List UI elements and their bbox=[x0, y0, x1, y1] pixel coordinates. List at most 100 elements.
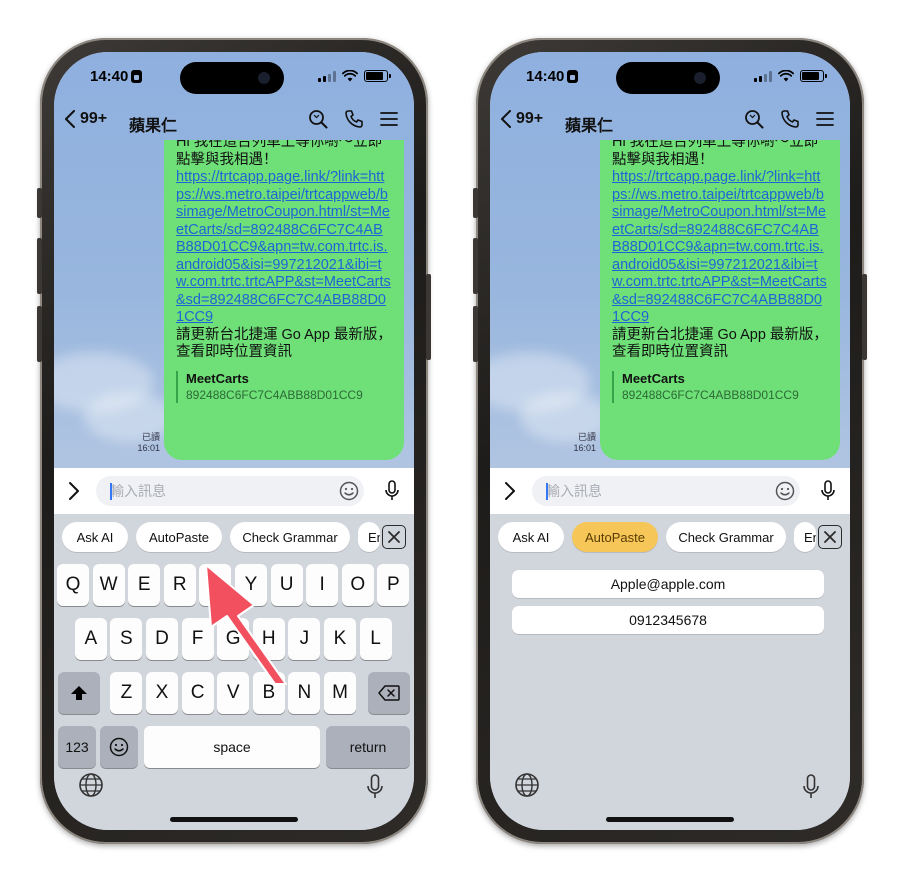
emoji-icon[interactable] bbox=[775, 481, 795, 501]
shift-key[interactable] bbox=[58, 672, 100, 714]
key-k[interactable]: K bbox=[324, 618, 356, 660]
chip-more[interactable]: En bbox=[358, 522, 380, 552]
key-d[interactable]: D bbox=[146, 618, 178, 660]
key-t[interactable]: T bbox=[199, 564, 232, 606]
key-q[interactable]: Q bbox=[57, 564, 89, 606]
message-link[interactable]: https://trtcapp.page.link/?link=https://… bbox=[612, 169, 828, 327]
message-input[interactable] bbox=[532, 476, 800, 506]
close-icon bbox=[824, 531, 836, 543]
wifi-icon bbox=[778, 70, 794, 82]
key-v[interactable]: V bbox=[217, 672, 250, 714]
voice-input-icon[interactable] bbox=[820, 480, 836, 502]
key-m[interactable]: M bbox=[324, 672, 356, 714]
search-icon[interactable] bbox=[308, 109, 328, 129]
chip-autopaste[interactable]: AutoPaste bbox=[572, 522, 658, 552]
search-icon[interactable] bbox=[744, 109, 764, 129]
phone-right: 14:40 99+ 蘋果仁 Hi 我在這台列車上等你喲～立即點擊與我相遇！ ht… bbox=[473, 38, 867, 844]
status-bar: 14:40 bbox=[54, 52, 414, 104]
back-button[interactable]: 99+ bbox=[500, 110, 543, 128]
autopaste-item-email[interactable]: Apple@apple.com bbox=[512, 570, 824, 598]
chip-check-grammar[interactable]: Check Grammar bbox=[230, 522, 350, 552]
chip-more[interactable]: En bbox=[794, 522, 816, 552]
dynamic-island bbox=[180, 62, 284, 94]
key-e[interactable]: E bbox=[128, 564, 161, 606]
status-time: 14:40 bbox=[526, 68, 579, 85]
key-f[interactable]: F bbox=[181, 618, 214, 660]
key-i[interactable]: I bbox=[306, 564, 339, 606]
emoji-icon[interactable] bbox=[339, 481, 359, 501]
globe-icon[interactable] bbox=[78, 772, 104, 798]
numbers-key[interactable]: 123 bbox=[58, 726, 96, 768]
key-b[interactable]: B bbox=[252, 672, 285, 714]
key-y[interactable]: Y bbox=[235, 564, 267, 606]
contact-name: 蘋果仁 bbox=[565, 118, 614, 135]
close-toolbar-button[interactable] bbox=[818, 525, 842, 549]
key-o[interactable]: O bbox=[341, 564, 374, 606]
message-bubble: Hi 我在這台列車上等你喲～立即點擊與我相遇！ https://trtcapp.… bbox=[164, 140, 404, 460]
read-status: 已讀 16:01 bbox=[573, 432, 596, 453]
globe-icon[interactable] bbox=[514, 772, 540, 798]
key-z[interactable]: Z bbox=[110, 672, 143, 714]
phone-call-icon[interactable] bbox=[780, 109, 800, 129]
key-h[interactable]: H bbox=[252, 618, 285, 660]
back-button[interactable]: 99+ bbox=[64, 110, 107, 128]
key-r[interactable]: R bbox=[163, 564, 196, 606]
menu-icon[interactable] bbox=[380, 111, 398, 127]
text-caret bbox=[546, 483, 548, 500]
key-l[interactable]: L bbox=[359, 618, 392, 660]
key-x[interactable]: X bbox=[146, 672, 178, 714]
dictation-mic-icon[interactable] bbox=[802, 774, 820, 800]
key-n[interactable]: N bbox=[288, 672, 321, 714]
action-button bbox=[37, 188, 42, 218]
key-a[interactable]: A bbox=[74, 618, 107, 660]
chevron-left-icon bbox=[65, 110, 75, 128]
expand-toolbar-icon[interactable] bbox=[504, 481, 516, 501]
menu-icon[interactable] bbox=[816, 111, 834, 127]
battery-icon bbox=[364, 70, 391, 82]
keyboard: Ask AI AutoPaste Check Grammar En QWERTY… bbox=[54, 514, 414, 830]
key-w[interactable]: W bbox=[92, 564, 125, 606]
quote-title: MeetCarts bbox=[186, 370, 249, 386]
keyboard-row-3: ZXCVBNM bbox=[54, 672, 414, 714]
key-c[interactable]: C bbox=[181, 672, 214, 714]
keyboard-row-2: ASDFGHJKL bbox=[54, 618, 414, 660]
space-key[interactable]: space bbox=[144, 726, 320, 768]
quote-preview[interactable]: MeetCarts 892488C6FC7C4ABB88D01CC9 bbox=[612, 370, 828, 403]
battery-icon bbox=[800, 70, 827, 82]
phone-left: 14:40 99+ 蘋果仁 Hi 我在這台列車上等你喲～立即點擊與我相遇！ ht… bbox=[37, 38, 431, 844]
unread-count: 99+ bbox=[516, 110, 544, 127]
message-body: 請更新台北捷運 Go App 最新版，查看即時位置資訊 bbox=[176, 326, 392, 361]
chip-ask-ai[interactable]: Ask AI bbox=[62, 522, 128, 552]
dictation-mic-icon[interactable] bbox=[366, 774, 384, 800]
chip-autopaste[interactable]: AutoPaste bbox=[136, 522, 222, 552]
emoji-icon bbox=[109, 737, 129, 757]
expand-toolbar-icon[interactable] bbox=[68, 481, 80, 501]
key-j[interactable]: J bbox=[288, 618, 321, 660]
chip-ask-ai[interactable]: Ask AI bbox=[498, 522, 564, 552]
key-u[interactable]: U bbox=[270, 564, 303, 606]
return-key[interactable]: return bbox=[326, 726, 410, 768]
status-icons bbox=[754, 70, 827, 82]
emoji-key[interactable] bbox=[100, 726, 138, 768]
wifi-icon bbox=[342, 70, 358, 82]
status-icons bbox=[318, 70, 391, 82]
voice-input-icon[interactable] bbox=[384, 480, 400, 502]
cellular-signal-icon bbox=[318, 70, 336, 82]
volume-up-button bbox=[37, 238, 42, 294]
close-toolbar-button[interactable] bbox=[382, 525, 406, 549]
message-input[interactable] bbox=[96, 476, 364, 506]
quote-preview[interactable]: MeetCarts 892488C6FC7C4ABB88D01CC9 bbox=[176, 370, 392, 403]
key-g[interactable]: G bbox=[217, 618, 250, 660]
phone-call-icon[interactable] bbox=[344, 109, 364, 129]
message-input-bar bbox=[54, 468, 414, 514]
autopaste-item-phone[interactable]: 0912345678 bbox=[512, 606, 824, 634]
shift-icon bbox=[71, 686, 87, 700]
message-link[interactable]: https://trtcapp.page.link/?link=https://… bbox=[176, 169, 392, 327]
delete-key[interactable] bbox=[368, 672, 410, 714]
key-p[interactable]: P bbox=[377, 564, 410, 606]
volume-down-button bbox=[37, 306, 42, 362]
chip-check-grammar[interactable]: Check Grammar bbox=[666, 522, 786, 552]
chevron-left-icon bbox=[501, 110, 511, 128]
key-s[interactable]: S bbox=[110, 618, 143, 660]
screen: 14:40 99+ 蘋果仁 Hi 我在這台列車上等你喲～立即點擊與我相遇！ ht… bbox=[490, 52, 850, 830]
